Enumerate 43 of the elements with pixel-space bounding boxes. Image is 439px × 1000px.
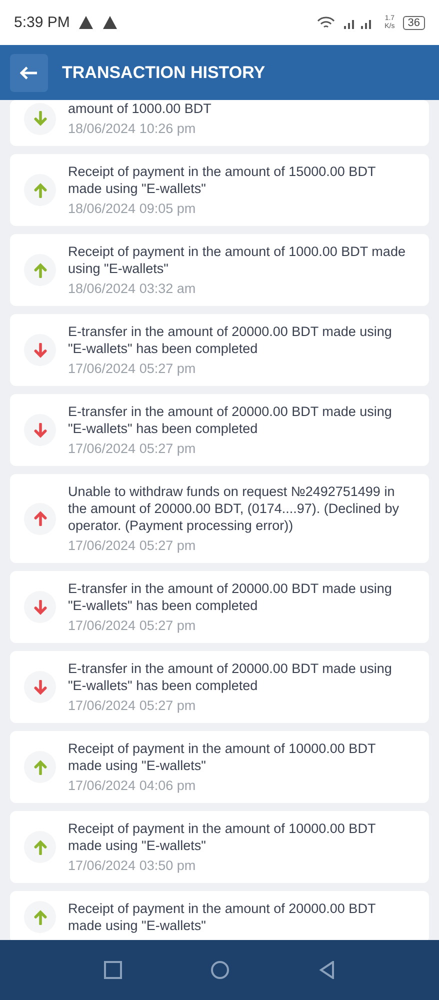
wifi-icon bbox=[316, 16, 335, 30]
warning-icon bbox=[78, 15, 94, 30]
transaction-card[interactable]: Unable to withdraw funds on request №2492751499 in the amount of 20000.00 BDT, (0174....97). (Declined by operator. (Payment processing error)) 17/06/2024 05:27 pm bbox=[10, 474, 429, 563]
transaction-text: Receipt of payment in the amount of 10000.00 BDT made using "E-wallets" bbox=[68, 820, 376, 854]
transaction-date: 17/06/2024 04:06 pm bbox=[68, 777, 197, 794]
warning-icon bbox=[102, 15, 118, 30]
transaction-date: 17/06/2024 03:50 pm bbox=[68, 857, 197, 874]
transaction-text: Unable to withdraw funds on request №2492751499 in the amount of 20000.00 BDT, (0174....97). (Declined by operator. (Payment processing error)) bbox=[68, 483, 400, 534]
transaction-card[interactable]: E-transfer in the amount of 20000.00 BDT made using "E-wallets" has been completed 17/06/2024 05:27 pm bbox=[10, 314, 429, 386]
transaction-card[interactable]: Receipt of payment in the amount of 10000.00 BDT made using "E-wallets" 17/06/2024 03:50 pm bbox=[10, 811, 429, 883]
transaction-date: 18/06/2024 03:32 am bbox=[68, 280, 197, 297]
transaction-card[interactable]: Receipt of payment in the amount of 10000.00 BDT made using "E-wallets" 17/06/2024 04:06 pm bbox=[10, 731, 429, 803]
back-button[interactable] bbox=[10, 54, 48, 92]
transaction-date: 17/06/2024 05:27 pm bbox=[68, 617, 197, 634]
transaction-text: Receipt of payment in the amount of 10000.00 BDT made using "E-wallets" bbox=[68, 740, 376, 774]
home-icon[interactable] bbox=[210, 960, 230, 980]
back-icon[interactable] bbox=[318, 961, 335, 979]
battery-level: 36 bbox=[402, 16, 425, 30]
transaction-card[interactable]: amount of 1000.00 BDT 18/06/2024 10:26 pm bbox=[10, 100, 429, 146]
transaction-text: E-transfer in the amount of 20000.00 BDT made using "E-wallets" has been completed bbox=[68, 580, 393, 614]
transaction-date: 17/06/2024 05:27 pm bbox=[68, 440, 197, 457]
transaction-text: Receipt of payment in the amount of 1000.00 BDT made using "E-wallets" bbox=[68, 243, 406, 277]
transaction-date: 18/06/2024 10:26 pm bbox=[68, 120, 197, 137]
transaction-card[interactable]: E-transfer in the amount of 20000.00 BDT made using "E-wallets" has been completed 17/06/2024 05:27 pm bbox=[10, 571, 429, 643]
transaction-text: E-transfer in the amount of 20000.00 BDT made using "E-wallets" has been completed bbox=[68, 323, 393, 357]
recent-apps-icon[interactable] bbox=[104, 961, 122, 979]
transaction-text: E-transfer in the amount of 20000.00 BDT made using "E-wallets" has been completed bbox=[68, 403, 393, 437]
transaction-text: E-transfer in the amount of 20000.00 BDT made using "E-wallets" has been completed bbox=[68, 660, 393, 694]
transaction-text: amount of 1000.00 BDT bbox=[68, 100, 212, 117]
transaction-card[interactable]: Receipt of payment in the amount of 15000.00 BDT made using "E-wallets" 18/06/2024 09:05 pm bbox=[10, 154, 429, 226]
transaction-text: Receipt of payment in the amount of 20000.00 BDT made using "E-wallets" bbox=[68, 900, 376, 934]
transaction-text: Receipt of payment in the amount of 15000.00 BDT made using "E-wallets" bbox=[68, 163, 376, 197]
transaction-card[interactable]: E-transfer in the amount of 20000.00 BDT made using "E-wallets" has been completed 17/06/2024 05:27 pm bbox=[10, 394, 429, 466]
transaction-date: 17/06/2024 05:27 pm bbox=[68, 360, 197, 377]
transaction-date: 17/06/2024 05:27 pm bbox=[68, 697, 197, 714]
status-time: 5:39 PM bbox=[14, 14, 70, 31]
transaction-card[interactable]: Receipt of payment in the amount of 1000.00 BDT made using "E-wallets" 18/06/2024 03:32 am bbox=[10, 234, 429, 306]
transaction-card[interactable]: E-transfer in the amount of 20000.00 BDT made using "E-wallets" has been completed 17/06/2024 05:27 pm bbox=[10, 651, 429, 723]
back-arrow-icon bbox=[20, 66, 38, 80]
transaction-card[interactable]: Receipt of payment in the amount of 20000.00 BDT made using "E-wallets" bbox=[10, 891, 429, 940]
transaction-date: 17/06/2024 05:27 pm bbox=[68, 537, 197, 554]
transaction-date: 18/06/2024 09:05 pm bbox=[68, 200, 197, 217]
screen-title: TRANSACTION HISTORY bbox=[62, 62, 266, 82]
